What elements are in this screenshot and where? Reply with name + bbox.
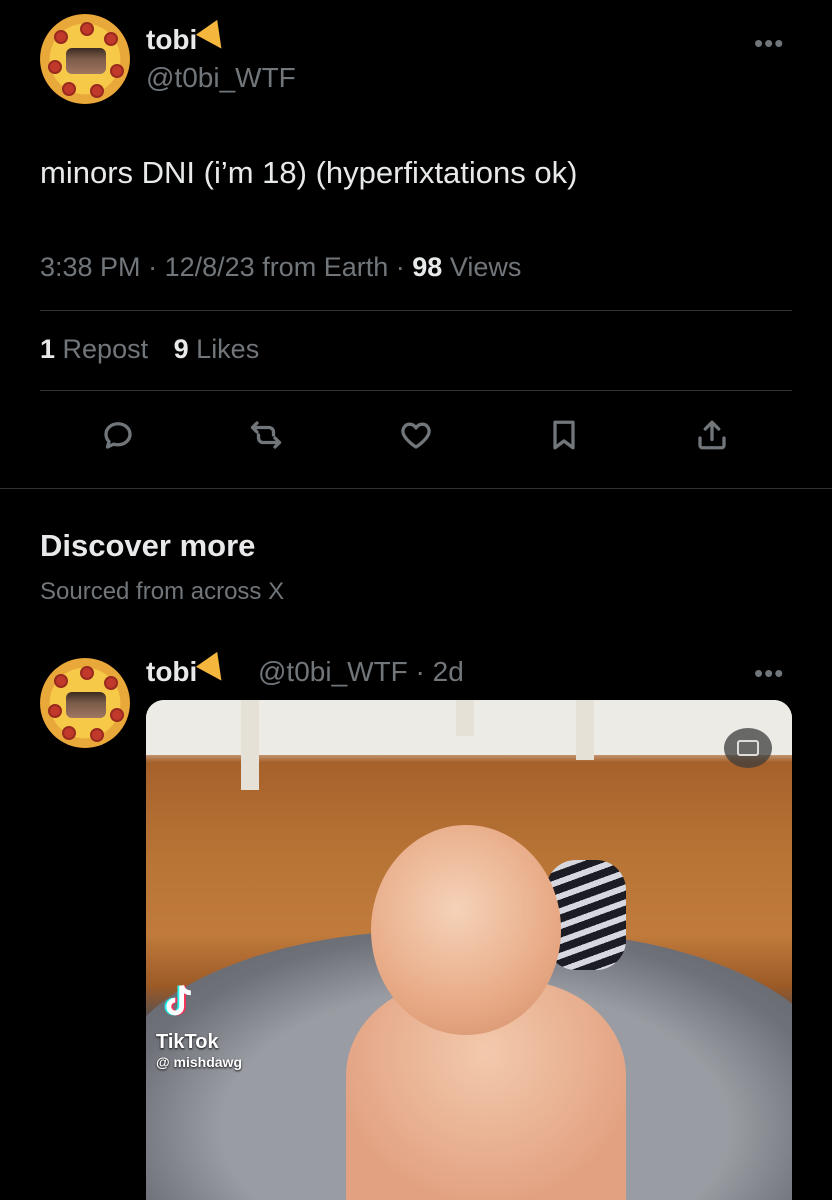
reply-icon <box>104 422 132 449</box>
avatar[interactable] <box>40 658 130 748</box>
pizza-emoji <box>196 19 233 57</box>
like-icon <box>401 422 431 449</box>
repost-icon <box>250 421 282 449</box>
avatar-face <box>66 692 106 718</box>
post-time[interactable]: 3:38 PM <box>40 252 141 282</box>
post-stats: 1 Repost 9 Likes <box>40 334 259 365</box>
likes-stat[interactable]: 9 Likes <box>174 334 260 364</box>
discover-subtitle: Sourced from across X <box>40 578 285 605</box>
more-options-icon[interactable]: ••• <box>754 28 784 59</box>
discover-title: Discover more <box>40 528 256 563</box>
tiktok-brand: TikTok <box>156 1031 219 1053</box>
divider <box>40 310 792 311</box>
video-scene-baby-head <box>371 825 561 1035</box>
rec-post-age: 2d <box>432 656 464 687</box>
avatar-face <box>66 48 106 74</box>
tiktok-icon <box>164 984 192 1016</box>
author-handle[interactable]: @t0bi_WTF <box>146 62 296 94</box>
more-options-icon[interactable]: ••• <box>754 658 784 689</box>
section-divider <box>0 488 832 489</box>
post-source: from Earth <box>262 252 389 282</box>
bookmark-button[interactable] <box>544 415 584 455</box>
views-count: 98 <box>412 252 443 282</box>
share-icon <box>698 420 726 450</box>
views-label: Views <box>449 252 522 282</box>
reply-button[interactable] <box>98 415 138 455</box>
bookmark-icon <box>553 420 575 450</box>
author-name[interactable]: tobi <box>146 19 233 57</box>
divider <box>40 390 792 391</box>
rec-author-handle[interactable]: @t0bi_WTF · 2d <box>258 656 464 688</box>
like-button[interactable] <box>396 415 436 455</box>
avatar[interactable] <box>40 14 130 104</box>
rec-author-name[interactable]: tobi <box>146 651 233 689</box>
tiktok-user: @ mishdawg <box>156 1054 242 1070</box>
post-meta: 3:38 PM · 12/8/23 from Earth · 98 Views <box>40 252 522 282</box>
pizza-emoji <box>196 651 233 689</box>
video-thumbnail[interactable]: TikTok @ mishdawg <box>146 700 792 1200</box>
captions-icon[interactable] <box>724 728 772 768</box>
video-scene-chair-leg <box>241 700 259 790</box>
video-scene-chair-leg <box>456 700 474 736</box>
reposts-stat[interactable]: 1 Repost <box>40 334 148 364</box>
post-date[interactable]: 12/8/23 <box>165 252 255 282</box>
repost-button[interactable] <box>246 415 286 455</box>
video-scene-chair-leg <box>576 700 594 760</box>
post-text: minors DNI (i’m 18) (hyperfixtations ok) <box>40 155 578 190</box>
share-button[interactable] <box>692 415 732 455</box>
tiktok-watermark: TikTok @ mishdawg <box>156 980 242 1070</box>
